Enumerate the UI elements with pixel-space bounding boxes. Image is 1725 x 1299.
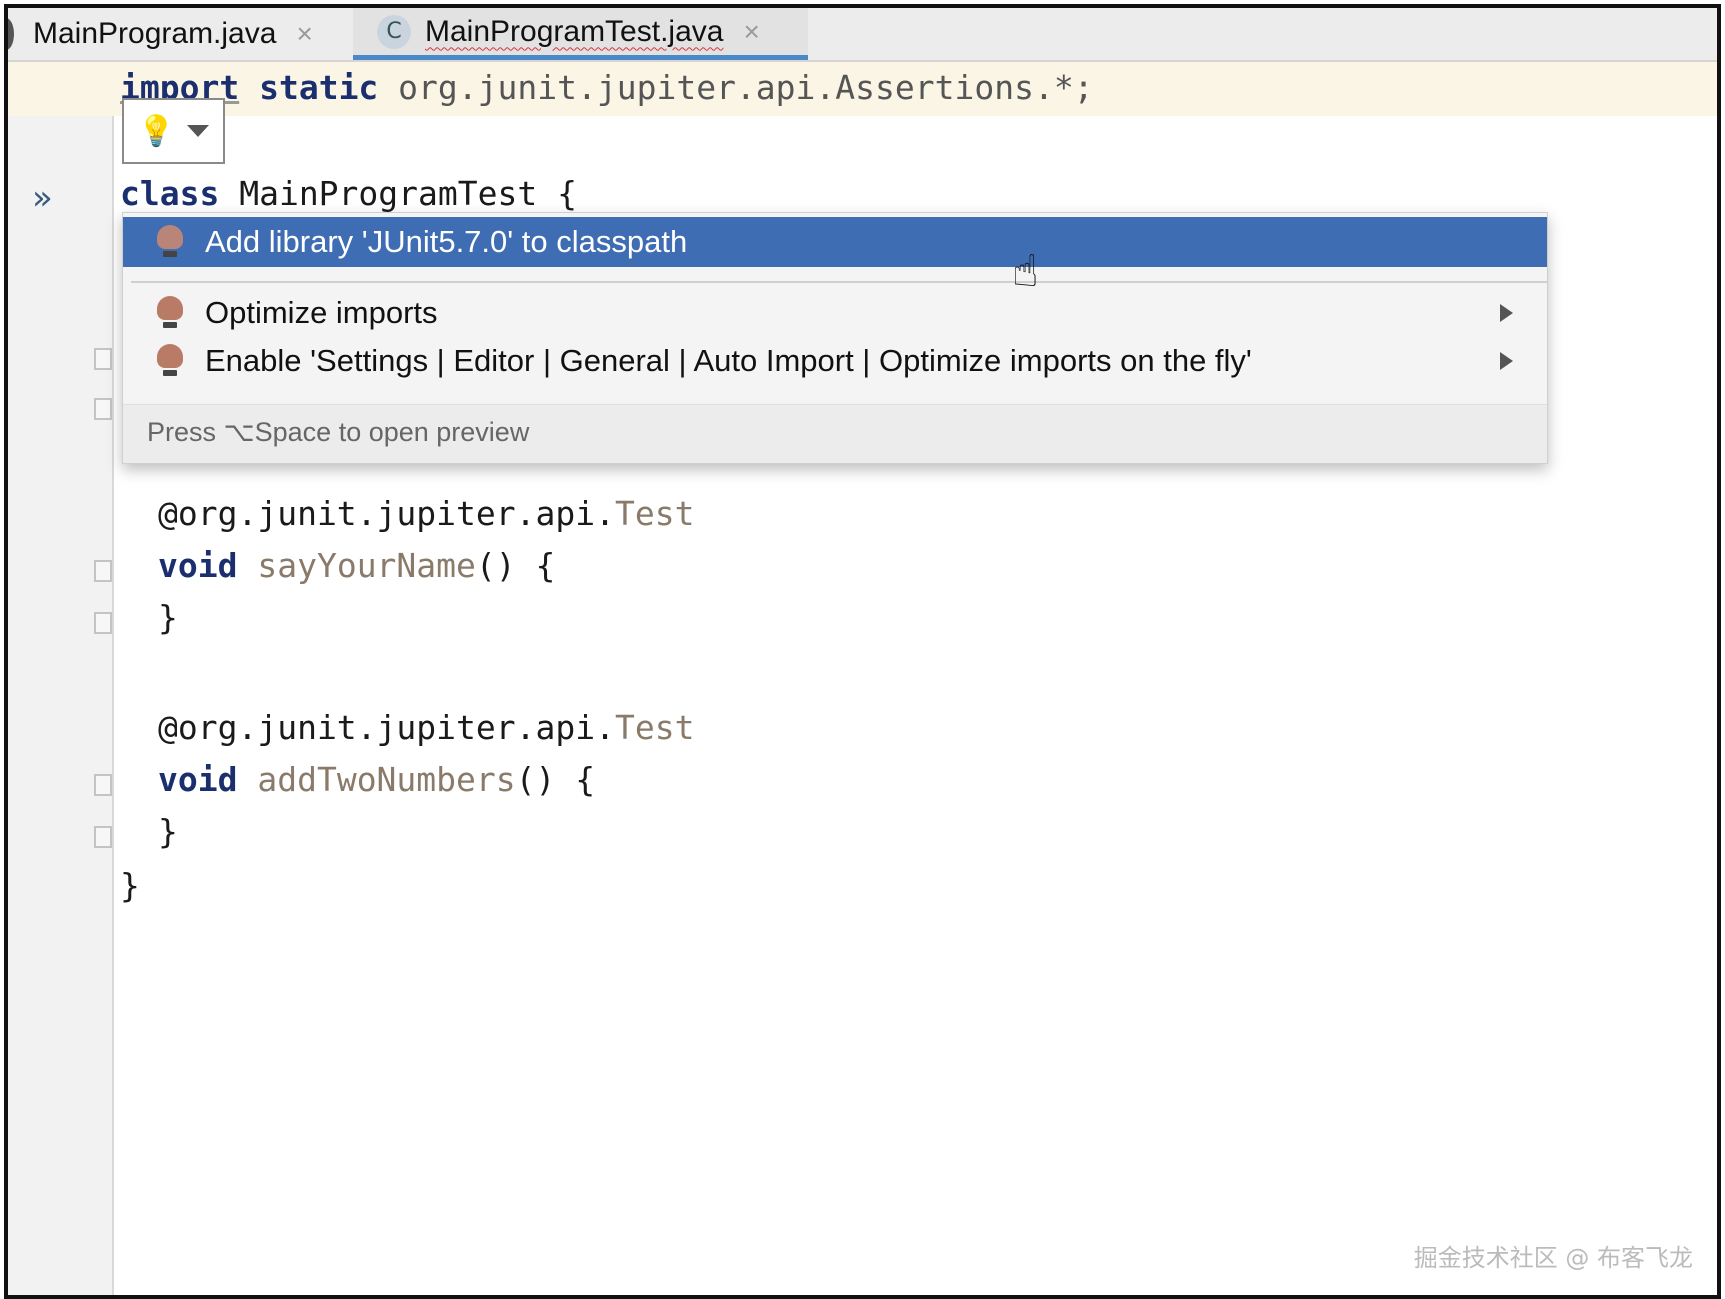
menu-item-add-library[interactable]: Add library 'JUnit5.7.0' to classpath	[123, 217, 1547, 267]
keyword-void: void	[158, 760, 238, 799]
method-params: () {	[515, 760, 596, 799]
annotation-name: Test	[614, 708, 695, 747]
code-line-brace: }	[158, 598, 178, 637]
keyword-class: class	[120, 174, 220, 213]
popup-footer: Press ⌥Space to open preview	[123, 404, 1547, 463]
code-line-method: void addTwoNumbers() {	[158, 760, 595, 799]
code-line-brace: }	[158, 812, 178, 851]
import-path: org.junit.jupiter.api.Assertions.*;	[378, 68, 1094, 107]
method-name: sayYourName	[237, 546, 476, 585]
method-params: () {	[475, 546, 556, 585]
menu-item-enable-auto-import[interactable]: Enable 'Settings | Editor | General | Au…	[123, 337, 1547, 385]
code-line-brace: }	[120, 866, 140, 905]
code-line-method: void sayYourName() {	[158, 546, 555, 585]
class-declaration: MainProgramTest {	[219, 174, 577, 213]
menu-separator	[131, 281, 1547, 283]
code-editor[interactable]: import static org.junit.jupiter.api.Asse…	[8, 8, 1717, 1295]
menu-item-label: Add library 'JUnit5.7.0' to classpath	[205, 224, 688, 259]
keyword-static: static	[259, 68, 379, 107]
preview-hint: Press ⌥Space to open preview	[147, 417, 530, 447]
bulb-icon	[157, 344, 183, 378]
annotation-name: Test	[614, 494, 695, 533]
menu-item-label: Optimize imports	[205, 295, 438, 330]
menu-item-optimize-imports[interactable]: Optimize imports	[123, 289, 1547, 337]
chevron-down-icon	[187, 125, 210, 137]
hand-cursor-icon: ☝	[1012, 246, 1039, 297]
bulb-icon	[157, 296, 183, 330]
code-line-annotation: @org.junit.jupiter.api.Test	[158, 708, 694, 747]
menu-item-label: Enable 'Settings | Editor | General | Au…	[205, 343, 1252, 378]
intention-actions-button[interactable]: 💡	[122, 98, 225, 164]
code-line-class: class MainProgramTest {	[120, 174, 577, 213]
keyword-void: void	[158, 546, 238, 585]
bulb-icon: 💡	[137, 113, 176, 149]
submenu-arrow-icon[interactable]	[1500, 304, 1513, 322]
bulb-icon	[157, 225, 183, 259]
ide-editor-window: MainProgram.java × C MainProgramTest.jav…	[4, 4, 1721, 1299]
annotation-prefix: @org.junit.jupiter.api.	[158, 494, 615, 533]
submenu-arrow-icon[interactable]	[1500, 352, 1513, 370]
intention-actions-popup: Add library 'JUnit5.7.0' to classpath Op…	[122, 212, 1548, 464]
code-line-annotation: @org.junit.jupiter.api.Test	[158, 494, 694, 533]
code-line-import: import static org.junit.jupiter.api.Asse…	[120, 68, 1094, 107]
method-name: addTwoNumbers	[237, 760, 516, 799]
annotation-prefix: @org.junit.jupiter.api.	[158, 708, 615, 747]
watermark: 掘金技术社区 @ 布客飞龙	[1413, 1244, 1693, 1272]
